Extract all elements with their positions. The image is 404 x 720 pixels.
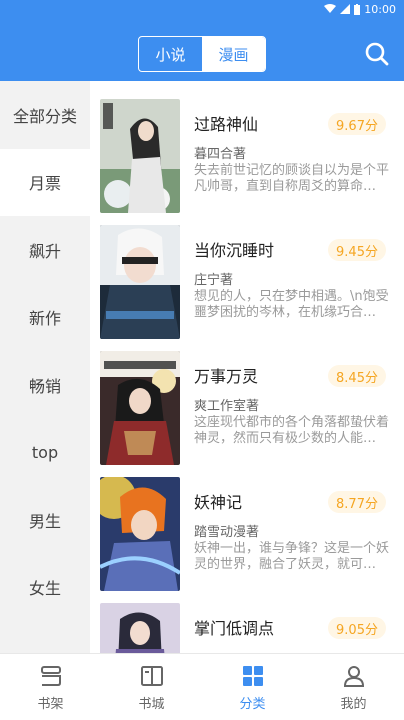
bookshelf-icon <box>40 665 61 686</box>
book-author: 暮四合著 <box>194 147 247 162</box>
book-description: 这座现代都市的各个角落都蛰伏着神灵，然而只有极少数的人能… <box>194 415 390 446</box>
nav-bookshelf[interactable]: 书架 <box>0 654 101 720</box>
category-sidebar: 全部分类 月票 飙升 新作 畅销 top 男生 女生 <box>0 81 90 653</box>
status-bar: 10:00 <box>0 0 404 18</box>
nav-profile-label: 我的 <box>340 696 367 712</box>
nav-profile[interactable]: 我的 <box>303 654 404 720</box>
book-item[interactable]: 当你沉睡时 9.45分 庄宁著 想见的人，只在梦中相遇。\n饱受噩梦困扰的岑林，… <box>100 225 400 339</box>
book-title: 万事万灵 <box>194 367 259 386</box>
book-author: 庄宁著 <box>194 273 234 288</box>
book-cover <box>100 225 180 339</box>
nav-category-label: 分类 <box>239 696 266 712</box>
nav-bookshelf-label: 书架 <box>37 696 64 712</box>
signal-icon <box>340 4 351 14</box>
book-item[interactable]: 掌门低调点 9.05分 <box>100 603 400 653</box>
tab-novel[interactable]: 小说 <box>139 37 202 71</box>
book-description: 想见的人，只在梦中相遇。\n饱受噩梦困扰的岑林，在机缘巧合… <box>194 289 389 320</box>
nav-category[interactable]: 分类 <box>202 654 303 720</box>
book-cover <box>100 477 180 591</box>
sidebar-item-all-categories[interactable]: 全部分类 <box>0 81 90 149</box>
sidebar-item-female[interactable]: 女生 <box>0 554 90 622</box>
book-cover <box>100 99 180 213</box>
book-cover <box>100 351 180 465</box>
book-score: 9.05分 <box>328 617 386 639</box>
book-score: 8.45分 <box>328 365 386 387</box>
book-item[interactable]: 妖神记 8.77分 踏雪动漫著 妖神一出，谁与争锋？这是一个妖灵的世界，融合了妖… <box>100 477 400 591</box>
book-author: 爽工作室著 <box>194 399 260 414</box>
book-score: 9.67分 <box>328 113 386 135</box>
nav-book-city[interactable]: 书城 <box>101 654 202 720</box>
book-description: 失去前世记忆的顾谈自以为是个平凡帅哥，直到自称周爻的算命… <box>194 163 390 194</box>
battery-icon <box>354 3 361 15</box>
sidebar-item-top[interactable]: top <box>0 419 90 487</box>
top-header: 10:00 小说 漫画 <box>0 0 404 81</box>
book-item[interactable]: 万事万灵 8.45分 爽工作室著 这座现代都市的各个角落都蛰伏着神灵，然而只有极… <box>100 351 400 465</box>
book-city-icon <box>140 665 163 686</box>
tab-comic[interactable]: 漫画 <box>202 37 265 71</box>
book-list: 过路神仙 9.67分 暮四合著 失去前世记忆的顾谈自以为是个平凡帅哥，直到自称周… <box>90 81 404 653</box>
sidebar-item-bestseller[interactable]: 畅销 <box>0 351 90 419</box>
sidebar-item-rising[interactable]: 飙升 <box>0 216 90 284</box>
book-title: 当你沉睡时 <box>194 241 275 260</box>
nav-book-city-label: 书城 <box>138 696 165 712</box>
search-icon[interactable] <box>364 41 390 67</box>
book-score: 8.77分 <box>328 491 386 513</box>
bottom-navigation: 书架 书城 分类 我的 <box>0 653 404 720</box>
sidebar-item-monthly-ticket[interactable]: 月票 <box>0 148 90 216</box>
sidebar-item-new[interactable]: 新作 <box>0 284 90 352</box>
book-title: 妖神记 <box>194 493 243 512</box>
content-type-toggle: 小说 漫画 <box>138 36 266 72</box>
category-grid-icon <box>242 665 263 686</box>
book-author: 踏雪动漫著 <box>194 525 260 540</box>
book-item[interactable]: 过路神仙 9.67分 暮四合著 失去前世记忆的顾谈自以为是个平凡帅哥，直到自称周… <box>100 99 400 213</box>
book-cover <box>100 603 180 653</box>
book-description: 妖神一出，谁与争锋？这是一个妖灵的世界，融合了妖灵，就可… <box>194 541 390 572</box>
book-title: 过路神仙 <box>194 115 259 134</box>
profile-icon <box>343 665 364 687</box>
book-score: 9.45分 <box>328 239 386 261</box>
sidebar-item-male[interactable]: 男生 <box>0 486 90 554</box>
wifi-icon <box>324 4 337 13</box>
status-time: 10:00 <box>364 2 396 16</box>
book-title: 掌门低调点 <box>194 619 275 638</box>
